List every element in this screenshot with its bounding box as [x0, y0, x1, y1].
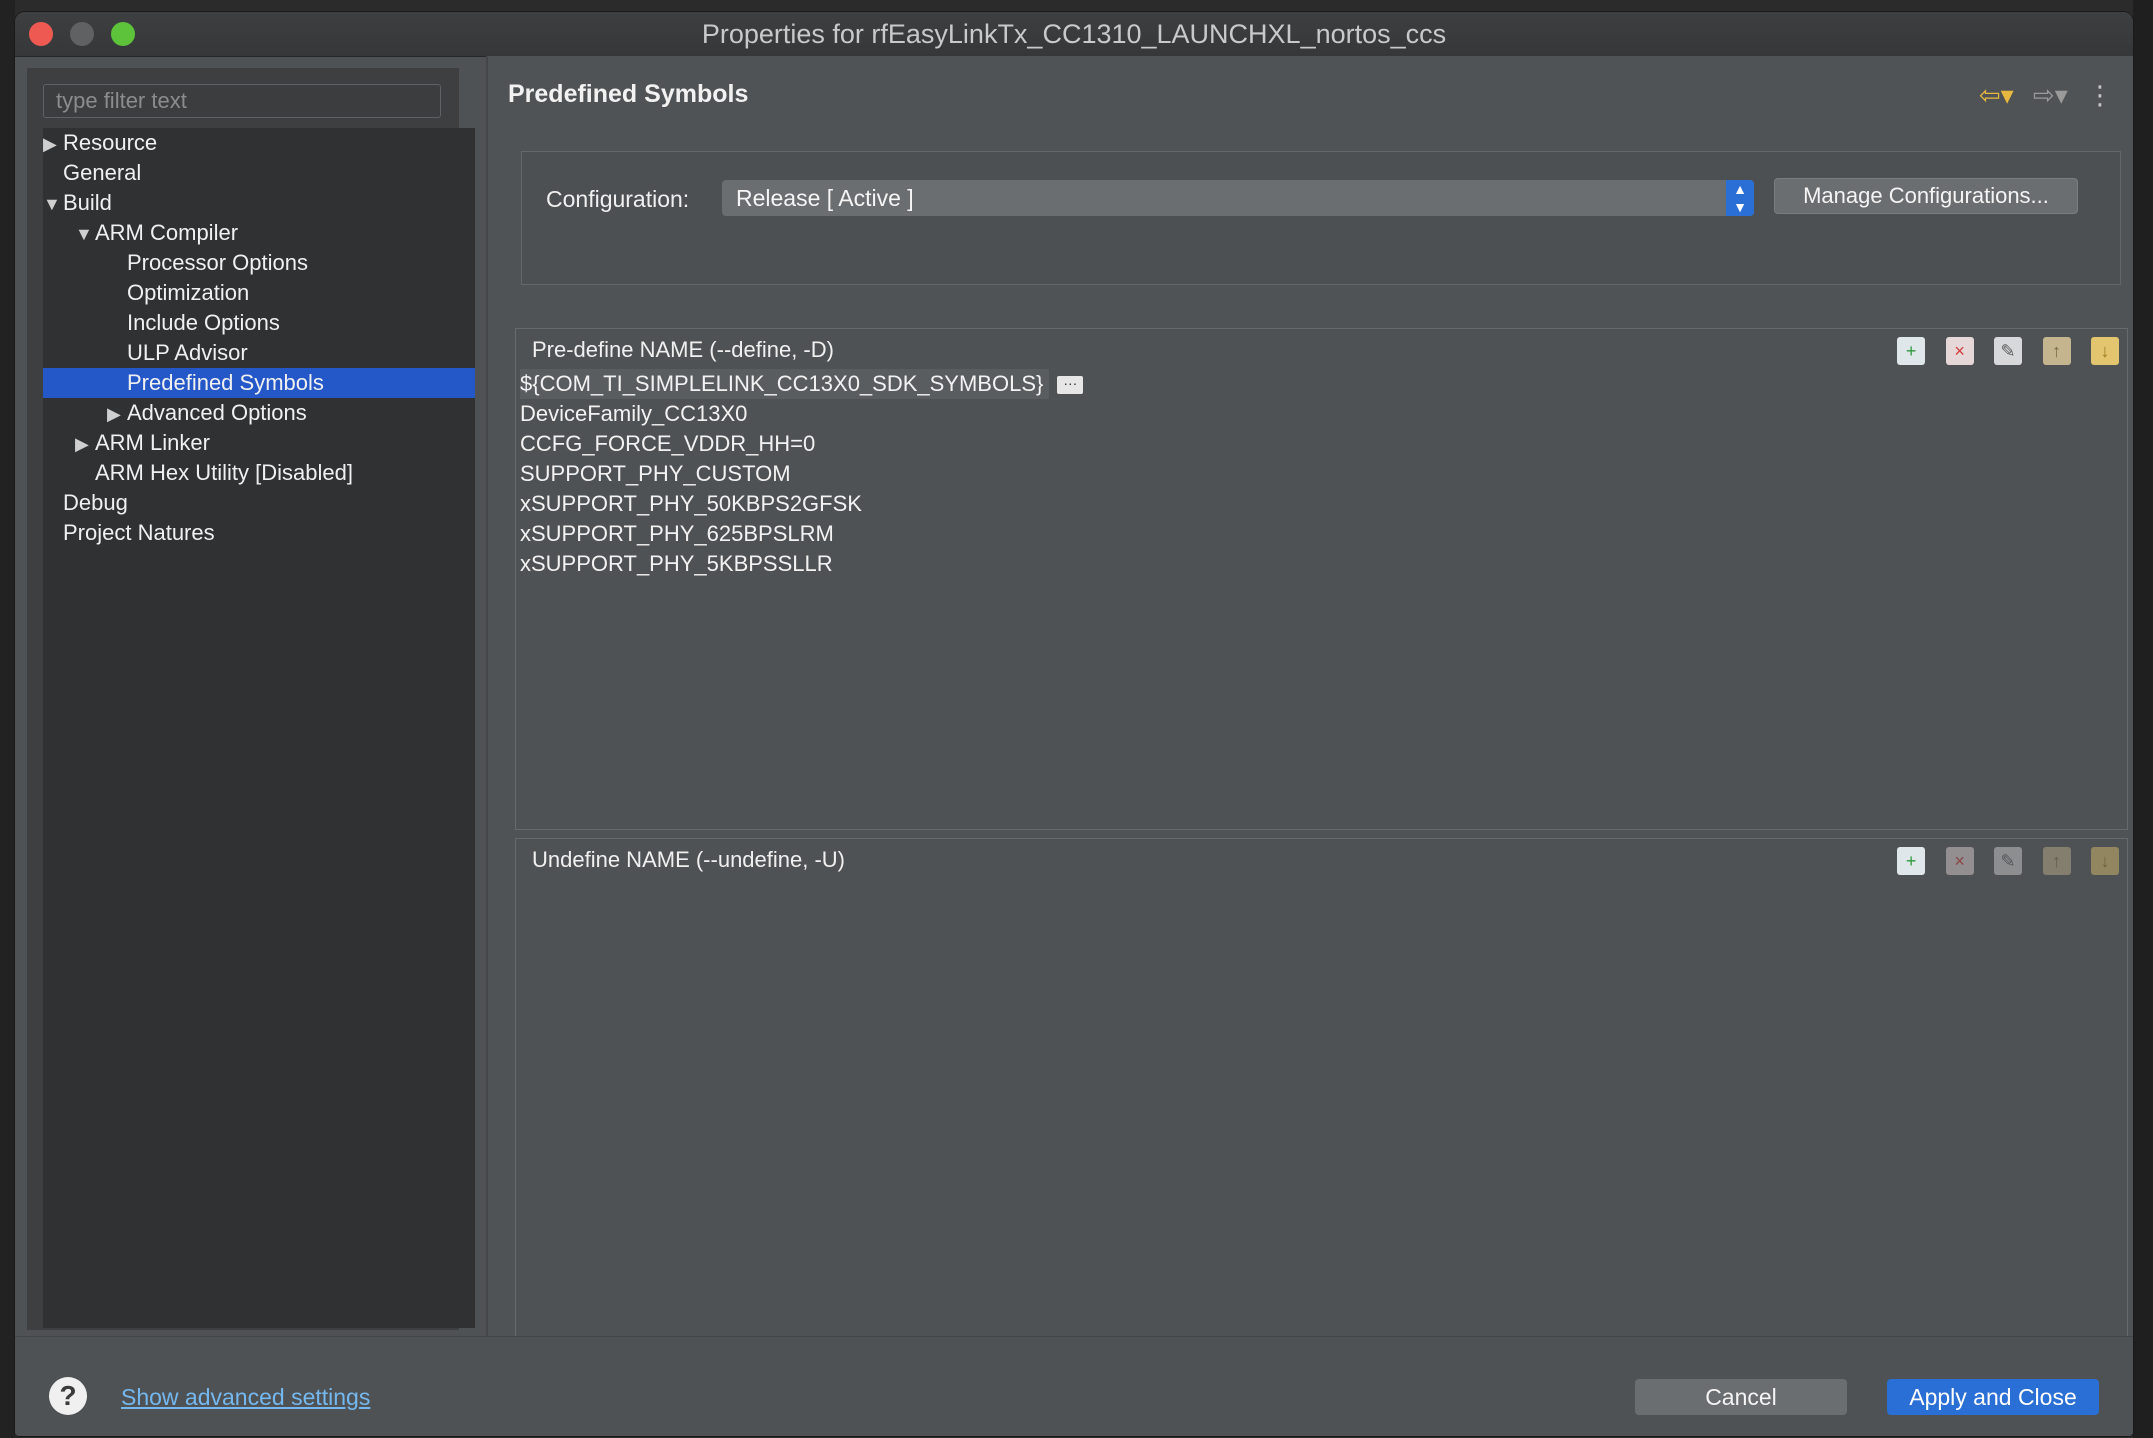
background-editor-strip — [0, 0, 15, 1438]
move-up-icon[interactable]: ↑ — [2042, 847, 2071, 875]
filter-input[interactable]: type filter text — [43, 84, 441, 118]
collapse-triangle-icon[interactable]: ▼ — [75, 219, 95, 249]
minimize-window-button[interactable] — [70, 22, 94, 46]
tree-item-debug[interactable]: Debug — [63, 488, 128, 518]
expand-triangle-icon[interactable]: ▶ — [107, 399, 127, 429]
delete-item-icon[interactable]: × — [1945, 847, 1974, 875]
edit-item-icon[interactable]: ✎ — [1994, 847, 2023, 875]
more-vertical-icon[interactable]: ⋮ — [2087, 80, 2113, 110]
collapse-triangle-icon[interactable]: ▼ — [43, 189, 63, 219]
predefine-list-title: Pre-define NAME (--define, -D) — [532, 337, 834, 362]
tree-item-arm-hex-utility[interactable]: ARM Hex Utility [Disabled] — [95, 458, 353, 488]
main-panel: Predefined Symbols ⇦▾ ⇨▾ ⋮ Configuration… — [488, 56, 2133, 1340]
window-title: Properties for rfEasyLinkTx_CC1310_LAUNC… — [701, 19, 1447, 49]
list-item[interactable]: xSUPPORT_PHY_50KBPS2GFSK — [520, 489, 1083, 519]
tree-item-optimization[interactable]: Optimization — [127, 278, 249, 308]
tree-item-processor-options[interactable]: Processor Options — [127, 248, 308, 278]
expand-triangle-icon[interactable]: ▶ — [75, 429, 95, 459]
tree-item-general[interactable]: General — [63, 158, 141, 188]
tree-item-resource[interactable]: ▶ Resource — [43, 128, 157, 158]
sidebar: type filter text ▶ Resource General ▼Buil… — [27, 68, 475, 1330]
expand-triangle-icon[interactable]: ▶ — [43, 129, 63, 159]
dialog-footer: ? Show advanced settings Cancel Apply an… — [15, 1336, 2133, 1436]
properties-dialog: Properties for rfEasyLinkTx_CC1310_LAUNC… — [15, 12, 2133, 1436]
add-item-icon[interactable]: + — [1897, 337, 1926, 365]
cancel-button[interactable]: Cancel — [1635, 1379, 1847, 1415]
nav-toolbar: ⇦▾ ⇨▾ ⋮ — [1967, 80, 2113, 111]
property-tree: ▶ Resource General ▼Build ▼ARM Compiler P… — [43, 128, 475, 1328]
zoom-window-button[interactable] — [111, 22, 135, 46]
tree-item-ulp-advisor[interactable]: ULP Advisor — [127, 338, 248, 368]
show-advanced-settings-link[interactable]: Show advanced settings — [121, 1384, 370, 1411]
predefine-list: Pre-define NAME (--define, -D) + × ✎ ↑ ↓… — [515, 328, 2128, 830]
move-up-icon[interactable]: ↑ — [2042, 337, 2071, 365]
undefine-toolbar: + × ✎ ↑ ↓ — [1881, 847, 2119, 875]
list-item[interactable]: ${COM_TI_SIMPLELINK_CC13X0_SDK_SYMBOLS} ·… — [520, 369, 1084, 399]
arrow-right-icon[interactable]: ⇨▾ — [2033, 80, 2068, 110]
move-down-icon[interactable]: ↓ — [2091, 337, 2119, 365]
list-item[interactable]: SUPPORT_PHY_CUSTOM — [520, 459, 1083, 489]
list-item[interactable]: xSUPPORT_PHY_625BPSLRM — [520, 519, 1083, 549]
tree-item-arm-linker[interactable]: ▶ ARM Linker — [75, 428, 210, 458]
apply-and-close-button[interactable]: Apply and Close — [1887, 1379, 2099, 1415]
manage-configurations-button[interactable]: Manage Configurations... — [1774, 178, 2078, 214]
close-window-button[interactable] — [29, 22, 53, 46]
list-item[interactable]: xSUPPORT_PHY_5KBPSSLLR — [520, 549, 1083, 579]
configuration-label: Configuration: — [546, 186, 690, 212]
chevron-up-down-icon[interactable]: ▲ ▼ — [1726, 180, 1754, 216]
configuration-group: Configuration: Release [ Active ] ▲ ▼ Man… — [521, 151, 2121, 285]
edit-item-icon[interactable]: ✎ — [1994, 337, 2023, 365]
tree-item-advanced-options[interactable]: ▶ Advanced Options — [107, 398, 307, 428]
undefine-list: Undefine NAME (--undefine, -U) + × ✎ ↑ ↓ — [515, 838, 2128, 1340]
predefine-toolbar: + × ✎ ↑ ↓ — [1881, 337, 2119, 365]
predefine-items: ${COM_TI_SIMPLELINK_CC13X0_SDK_SYMBOLS} ·… — [520, 369, 1084, 579]
background-right-strip — [2133, 0, 2153, 1438]
tree-item-build[interactable]: ▼Build — [43, 188, 112, 218]
add-item-icon[interactable]: + — [1897, 847, 1926, 875]
undefine-list-title: Undefine NAME (--undefine, -U) — [532, 847, 846, 872]
ellipsis-icon[interactable]: ··· — [1057, 376, 1084, 395]
tree-item-predefined-symbols[interactable]: Predefined Symbols — [43, 368, 475, 398]
move-down-icon[interactable]: ↓ — [2091, 847, 2119, 875]
tree-item-project-natures[interactable]: Project Natures — [63, 518, 215, 548]
tree-item-include-options[interactable]: Include Options — [127, 308, 280, 338]
list-item[interactable]: DeviceFamily_CC13X0 — [520, 399, 1083, 429]
delete-item-icon[interactable]: × — [1945, 337, 1974, 365]
list-item[interactable]: CCFG_FORCE_VDDR_HH=0 — [520, 429, 1083, 459]
configuration-select[interactable]: Release [ Active ] ▲ ▼ — [722, 180, 1754, 216]
help-icon[interactable]: ? — [49, 1377, 87, 1415]
tree-item-arm-compiler[interactable]: ▼ARM Compiler — [75, 218, 238, 248]
title-bar: Properties for rfEasyLinkTx_CC1310_LAUNC… — [15, 12, 2133, 57]
arrow-left-icon[interactable]: ⇦▾ — [1979, 80, 2014, 110]
page-title: Predefined Symbols — [508, 80, 749, 108]
